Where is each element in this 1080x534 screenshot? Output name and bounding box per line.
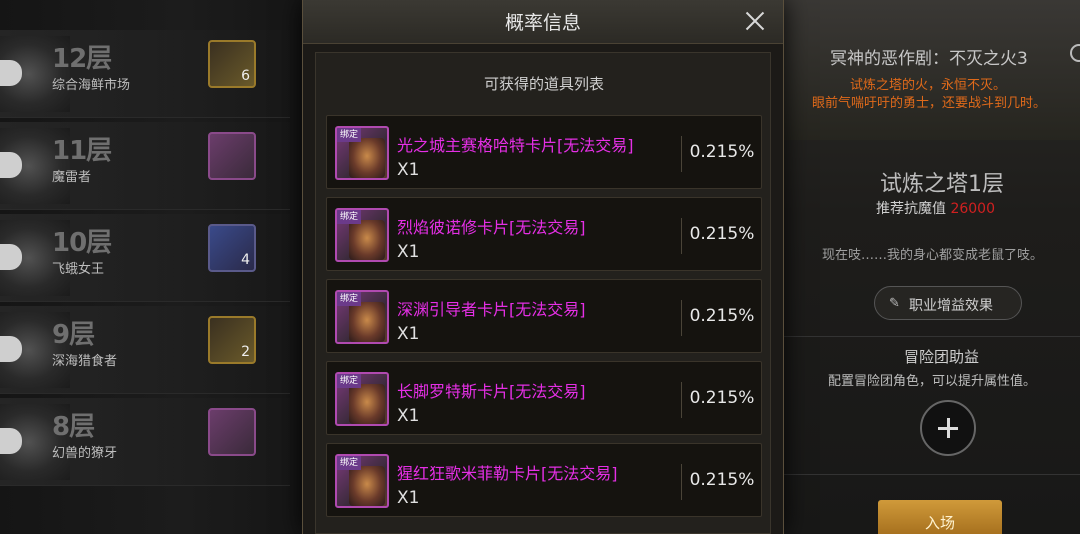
item-row[interactable]: 绑定 猩红狂歌米菲勒卡片[无法交易] X1 0.215% bbox=[326, 443, 762, 517]
floor-row[interactable]: 10层 飞蛾女王 4 bbox=[0, 214, 290, 302]
npc-quote: 现在吱……我的身心都变成老鼠了吱。 bbox=[822, 248, 1044, 263]
floor-title: 试炼之塔1层 bbox=[880, 172, 1004, 197]
add-character-button[interactable] bbox=[920, 400, 976, 456]
item-quantity: X1 bbox=[397, 242, 420, 262]
dialog-body: 可获得的道具列表 绑定 光之城主赛格哈特卡片[无法交易] X1 0.215% 绑… bbox=[315, 52, 771, 534]
dungeon-description-line1: 试炼之塔的火，永恒不灭。 bbox=[850, 78, 1007, 93]
divider bbox=[681, 218, 682, 254]
floor-name: 幻兽的獠牙 bbox=[52, 446, 118, 461]
card-art bbox=[349, 138, 385, 178]
reward-count: 4 bbox=[241, 252, 250, 268]
floor-number: 12层 bbox=[52, 44, 112, 74]
probability-info-dialog: 概率信息 可获得的道具列表 绑定 光之城主赛格哈特卡片[无法交易] X1 0.2… bbox=[302, 0, 784, 534]
card-art bbox=[349, 466, 385, 506]
item-probability: 0.215% bbox=[689, 306, 755, 326]
recommended-value: 26000 bbox=[950, 201, 995, 217]
recommended-label: 推荐抗魔值 bbox=[876, 201, 946, 217]
reward-item-icon[interactable]: 6 bbox=[208, 40, 256, 88]
item-name: 深渊引导者卡片[无法交易] bbox=[397, 300, 586, 319]
reward-count: 6 bbox=[241, 68, 250, 84]
floor-row[interactable]: 8层 幻兽的獠牙 bbox=[0, 398, 290, 486]
floor-number: 9层 bbox=[52, 320, 95, 350]
close-button[interactable] bbox=[737, 4, 773, 40]
dungeon-description-line2: 眼前气喘吁吁的勇士，还要战斗到几时。 bbox=[812, 96, 1047, 111]
item-row[interactable]: 绑定 烈焰彼诺修卡片[无法交易] X1 0.215% bbox=[326, 197, 762, 271]
lock-icon bbox=[0, 336, 22, 362]
divider bbox=[784, 474, 1080, 475]
card-item-icon[interactable]: 绑定 bbox=[335, 372, 389, 426]
divider bbox=[681, 464, 682, 500]
card-art bbox=[349, 384, 385, 424]
enter-button[interactable]: 入场 bbox=[878, 500, 1002, 534]
reward-item-icon[interactable]: 2 bbox=[208, 316, 256, 364]
bound-tag: 绑定 bbox=[337, 374, 361, 388]
bound-tag: 绑定 bbox=[337, 128, 361, 142]
divider bbox=[681, 300, 682, 336]
item-quantity: X1 bbox=[397, 406, 420, 426]
dungeon-header: 冥神的恶作剧：不灭之火3 试炼之塔的火，永恒不灭。 眼前气喘吁吁的勇士，还要战斗… bbox=[784, 0, 1080, 140]
enter-button-label: 入场 bbox=[924, 514, 955, 532]
dialog-title: 概率信息 bbox=[504, 12, 581, 34]
floor-number: 11层 bbox=[52, 136, 112, 166]
card-item-icon[interactable]: 绑定 bbox=[335, 290, 389, 344]
floor-row[interactable]: 12层 综合海鲜市场 6 bbox=[0, 30, 290, 118]
reward-item-icon[interactable] bbox=[208, 132, 256, 180]
job-bonus-label: 职业增益效果 bbox=[909, 298, 993, 314]
adventure-description: 配置冒险团角色，可以提升属性值。 bbox=[828, 374, 1037, 389]
reward-count: 2 bbox=[241, 344, 250, 360]
divider bbox=[784, 336, 1080, 337]
reward-item-icon[interactable]: 4 bbox=[208, 224, 256, 272]
lock-icon bbox=[0, 152, 22, 178]
floor-row[interactable]: 11层 魔雷者 bbox=[0, 122, 290, 210]
recommended-resistance: 推荐抗魔值 26000 bbox=[876, 198, 995, 218]
divider bbox=[681, 382, 682, 418]
item-name: 长脚罗特斯卡片[无法交易] bbox=[397, 382, 586, 401]
obtainable-item-list[interactable]: 绑定 光之城主赛格哈特卡片[无法交易] X1 0.215% 绑定 烈焰彼诺修卡片… bbox=[326, 115, 762, 525]
item-probability: 0.215% bbox=[689, 388, 755, 408]
card-item-icon[interactable]: 绑定 bbox=[335, 126, 389, 180]
card-item-icon[interactable]: 绑定 bbox=[335, 454, 389, 508]
reward-item-icon[interactable] bbox=[208, 408, 256, 456]
divider bbox=[681, 136, 682, 172]
lock-icon bbox=[0, 428, 22, 454]
lock-icon bbox=[0, 244, 22, 270]
floor-name: 综合海鲜市场 bbox=[52, 78, 131, 93]
job-bonus-icon: ✎ bbox=[889, 296, 900, 311]
help-icon[interactable] bbox=[1070, 44, 1080, 62]
item-quantity: X1 bbox=[397, 324, 420, 344]
item-probability: 0.215% bbox=[689, 224, 755, 244]
dialog-header: 概率信息 bbox=[303, 0, 783, 44]
floor-row[interactable]: 9层 深海猎食者 2 bbox=[0, 306, 290, 394]
item-row[interactable]: 绑定 深渊引导者卡片[无法交易] X1 0.215% bbox=[326, 279, 762, 353]
item-quantity: X1 bbox=[397, 160, 420, 180]
item-list-subtitle: 可获得的道具列表 bbox=[483, 75, 604, 93]
lock-icon bbox=[0, 60, 22, 86]
item-name: 烈焰彼诺修卡片[无法交易] bbox=[397, 218, 586, 237]
item-quantity: X1 bbox=[397, 488, 420, 508]
card-item-icon[interactable]: 绑定 bbox=[335, 208, 389, 262]
dungeon-detail-panel: 冥神的恶作剧：不灭之火3 试炼之塔的火，永恒不灭。 眼前气喘吁吁的勇士，还要战斗… bbox=[784, 0, 1080, 534]
floor-name: 魔雷者 bbox=[52, 170, 92, 185]
item-row[interactable]: 绑定 长脚罗特斯卡片[无法交易] X1 0.215% bbox=[326, 361, 762, 435]
floor-name: 深海猎食者 bbox=[52, 354, 118, 369]
floor-name: 飞蛾女王 bbox=[52, 262, 105, 277]
floor-number: 8层 bbox=[52, 412, 95, 442]
item-probability: 0.215% bbox=[689, 142, 755, 162]
floor-list-background: 12层 综合海鲜市场 6 11层 魔雷者 10层 飞蛾女王 4 9层 深海猎食者… bbox=[0, 0, 302, 534]
dungeon-title: 冥神的恶作剧：不灭之火3 bbox=[830, 49, 1028, 69]
item-row[interactable]: 绑定 光之城主赛格哈特卡片[无法交易] X1 0.215% bbox=[326, 115, 762, 189]
bound-tag: 绑定 bbox=[337, 210, 361, 224]
item-name: 光之城主赛格哈特卡片[无法交易] bbox=[397, 136, 634, 155]
bound-tag: 绑定 bbox=[337, 456, 361, 470]
item-name: 猩红狂歌米菲勒卡片[无法交易] bbox=[397, 464, 618, 483]
card-art bbox=[349, 302, 385, 342]
card-art bbox=[349, 220, 385, 260]
floor-number: 10层 bbox=[52, 228, 112, 258]
bound-tag: 绑定 bbox=[337, 292, 361, 306]
item-probability: 0.215% bbox=[689, 470, 755, 490]
adventure-title: 冒险团助益 bbox=[904, 348, 980, 366]
job-bonus-button[interactable]: ✎ 职业增益效果 bbox=[874, 286, 1022, 320]
